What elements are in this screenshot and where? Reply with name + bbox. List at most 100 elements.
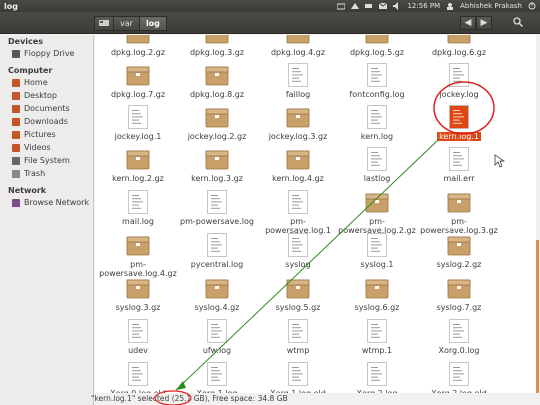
file-item[interactable]: dpkg.log.8.gz [177, 63, 257, 99]
text-file-icon [367, 105, 387, 129]
file-item[interactable]: dpkg.log.4.gz [258, 35, 338, 57]
back-arrow-icon: ◀ [464, 18, 472, 28]
file-item[interactable]: pycentral.log [177, 233, 257, 269]
text-file-icon [207, 190, 227, 214]
file-item[interactable]: jockey.log.1 [98, 105, 178, 141]
sidebar-item-desktop[interactable]: Desktop [0, 89, 93, 102]
scrollbar[interactable] [536, 35, 540, 400]
downloads-icon [12, 117, 20, 126]
file-name: pycentral.log [177, 260, 257, 269]
file-item[interactable]: Xorg.2.log.old [419, 362, 499, 395]
file-item[interactable]: dpkg.log.2.gz [98, 35, 178, 57]
sidebar-item-floppy-drive[interactable]: Floppy Drive [0, 47, 93, 60]
file-name-text: wtmp.1 [361, 346, 393, 355]
file-item[interactable]: jockey.log.3.gz [258, 105, 338, 141]
file-item[interactable]: pm-powersave.log.4.gz [98, 233, 178, 278]
sidebar-item-trash[interactable]: Trash [0, 167, 93, 180]
file-name: lastlog [337, 174, 417, 183]
file-item[interactable]: kern.log.3.gz [177, 147, 257, 183]
file-item[interactable]: syslog [258, 233, 338, 269]
sidebar-item-browse-network[interactable]: Browse Network [0, 196, 93, 209]
file-name-text: mail.log [122, 217, 154, 226]
file-item[interactable]: pm-powersave.log [177, 190, 257, 226]
file-item[interactable]: pm-powersave.log.2.gz [337, 190, 417, 235]
forward-button[interactable]: ▶ [476, 16, 492, 30]
sidebar-item-pictures[interactable]: Pictures [0, 128, 93, 141]
file-name: syslog [258, 260, 338, 269]
file-item[interactable]: dpkg.log.7.gz [98, 63, 178, 99]
file-item[interactable]: Xorg.2.log [337, 362, 417, 395]
sidebar-item-home[interactable]: Home [0, 76, 93, 89]
sidebar-item-documents[interactable]: Documents [0, 102, 93, 115]
file-item[interactable]: kern.log.2.gz [98, 147, 178, 183]
forward-arrow-icon: ▶ [480, 18, 488, 28]
archive-box-icon [447, 190, 471, 214]
file-item[interactable]: dpkg.log.6.gz [419, 35, 499, 57]
home-icon [12, 78, 20, 87]
file-name: syslog.6.gz [337, 303, 417, 312]
file-item[interactable]: Xorg.0.log.old [98, 362, 178, 395]
power-icon[interactable] [528, 2, 536, 10]
file-item[interactable]: dpkg.log.3.gz [177, 35, 257, 57]
file-name-text: wtmp [286, 346, 310, 355]
file-name: kern.log.2.gz [98, 174, 178, 183]
file-item[interactable]: ufw.log [177, 319, 257, 355]
file-item[interactable]: wtmp [258, 319, 338, 355]
file-item[interactable]: pm-powersave.log.1 [258, 190, 338, 235]
drive-icon [99, 19, 109, 29]
breadcrumb-var[interactable]: var [113, 16, 140, 31]
file-item[interactable]: Xorg.1.log.old [258, 362, 338, 395]
file-name: udev [98, 346, 178, 355]
file-item[interactable]: Xorg.1.log [177, 362, 257, 395]
file-item[interactable]: udev [98, 319, 178, 355]
keyboard-icon[interactable] [337, 2, 346, 10]
file-item[interactable]: syslog.7.gz [419, 276, 499, 312]
breadcrumb-log[interactable]: log [138, 16, 167, 31]
file-item[interactable]: lastlog [337, 147, 417, 183]
file-item[interactable]: pm-powersave.log.3.gz [419, 190, 499, 235]
file-item[interactable]: wtmp.1 [337, 319, 417, 355]
user-name[interactable]: Abhishek Prakash [460, 2, 522, 10]
scrollbar-thumb[interactable] [536, 240, 539, 400]
file-name: dpkg.log.2.gz [98, 48, 178, 57]
search-button[interactable] [510, 16, 526, 30]
file-name-text: kern.log.4.gz [272, 174, 324, 183]
volume-icon[interactable] [393, 2, 401, 10]
file-item[interactable]: jockey.log.2.gz [177, 105, 257, 141]
sidebar-item-file-system[interactable]: File System [0, 154, 93, 167]
file-item[interactable]: mail.err [419, 147, 499, 183]
file-item[interactable]: syslog.6.gz [337, 276, 417, 312]
file-item[interactable]: kern.log.4.gz [258, 147, 338, 183]
file-icon-view[interactable]: dpkg.log.2.gz dpkg.log.3.gz dpkg.log.4.gz d… [95, 35, 540, 395]
text-file-icon [128, 105, 148, 129]
file-item[interactable]: kern.log [337, 105, 417, 141]
file-item[interactable]: syslog.2.gz [419, 233, 499, 269]
file-item-selected[interactable]: kern.log.1 [419, 105, 499, 141]
file-item[interactable]: faillog [258, 63, 338, 99]
battery-icon[interactable] [365, 2, 373, 10]
back-button[interactable]: ◀ [460, 16, 476, 30]
file-item[interactable]: syslog.4.gz [177, 276, 257, 312]
file-item[interactable]: syslog.1 [337, 233, 417, 269]
file-item[interactable]: Xorg.0.log [419, 319, 499, 355]
file-item[interactable]: fontconfig.log [337, 63, 417, 99]
file-name-text: syslog.4.gz [194, 303, 240, 312]
file-name-text: jockey.log.2.gz [187, 132, 247, 141]
file-name-text: dpkg.log.3.gz [189, 48, 245, 57]
file-item[interactable]: dpkg.log.5.gz [337, 35, 417, 57]
sidebar-item-label: Desktop [24, 91, 57, 100]
file-item[interactable]: syslog.5.gz [258, 276, 338, 312]
sidebar-item-videos[interactable]: Videos [0, 141, 93, 154]
file-name: jockey.log.1 [98, 132, 178, 141]
file-item[interactable]: mail.log [98, 190, 178, 226]
mail-icon[interactable] [379, 2, 388, 10]
file-item[interactable]: jockey.log [419, 63, 499, 99]
file-name-text: udev [128, 346, 148, 355]
clock[interactable]: 12:56 PM [407, 2, 440, 10]
network-indicator-icon[interactable] [351, 2, 360, 10]
breadcrumb-root-button[interactable] [94, 16, 114, 31]
archive-box-icon [365, 276, 389, 300]
file-item[interactable]: syslog.3.gz [98, 276, 178, 312]
text-file-icon [288, 63, 308, 87]
sidebar-item-downloads[interactable]: Downloads [0, 115, 93, 128]
